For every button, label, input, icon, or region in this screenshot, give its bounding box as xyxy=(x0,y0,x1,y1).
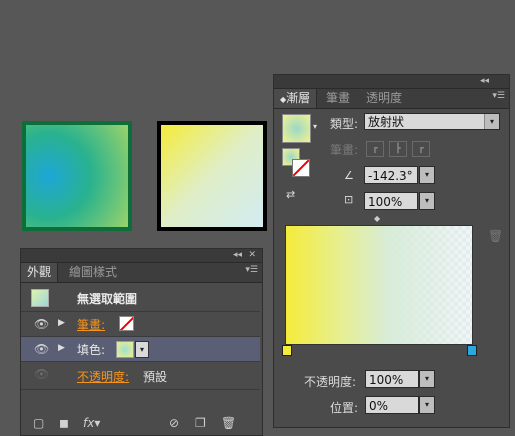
fill-swatch-icon[interactable] xyxy=(116,341,134,358)
color-stop-yellow[interactable] xyxy=(282,345,292,356)
angle-dropdown-arrow-icon[interactable]: ▾ xyxy=(419,166,435,184)
location-dropdown-arrow-icon[interactable]: ▾ xyxy=(419,396,435,414)
collapse-icon[interactable]: ◂◂ xyxy=(480,75,489,88)
selection-thumbnail-icon xyxy=(31,289,49,307)
midpoint-diamond-icon[interactable]: ◆ xyxy=(374,214,380,223)
stroke-none-swatch-icon[interactable] xyxy=(292,159,310,177)
gradient-ramp[interactable] xyxy=(285,225,473,345)
type-select[interactable]: 放射狀 ▾ xyxy=(364,113,500,130)
aspect-ratio-field[interactable]: 100% xyxy=(364,192,418,210)
fill-label[interactable]: 填色: xyxy=(77,341,105,358)
location-label: 位置: xyxy=(330,401,359,415)
panel-menu-icon[interactable]: ▾☰ xyxy=(492,91,505,101)
no-selection-title: 無選取範圍 xyxy=(77,292,138,306)
opacity-value: 預設 xyxy=(143,370,168,384)
duplicate-item-icon[interactable]: ❐ xyxy=(195,416,206,430)
angle-icon: ∠ xyxy=(344,169,354,182)
fx-effects-icon[interactable]: fx▾ xyxy=(83,416,100,430)
appearance-title-row: 無選取範圍 xyxy=(21,284,260,312)
tab-transparency[interactable]: 透明度 xyxy=(360,89,408,108)
stroke-none-swatch-icon[interactable] xyxy=(119,316,134,331)
fill-dropdown-arrow-icon[interactable]: ▾ xyxy=(135,341,149,358)
tab-gradient[interactable]: ◆漸層 xyxy=(274,89,318,108)
close-icon[interactable]: ✕ xyxy=(248,249,256,262)
visibility-eye-icon[interactable]: 👁 xyxy=(34,317,49,331)
aspect-ratio-icon: ⊡ xyxy=(344,193,354,206)
panel-menu-icon[interactable]: ▾☰ xyxy=(245,265,258,275)
opacity-row[interactable]: 👁 不透明度: 預設 xyxy=(21,362,260,390)
visibility-eye-icon[interactable]: 👁 xyxy=(34,367,49,381)
stroke-label[interactable]: 筆畫: xyxy=(77,316,105,333)
stroke-row[interactable]: 👁 ▶ 筆畫: xyxy=(21,312,260,337)
gradient-panel: ◂◂ ◆漸層 筆畫 透明度 ▾☰ ▾ 類型: 放射狀 ▾ 筆畫: ┏ ┣ ┏ ∠ … xyxy=(273,74,510,428)
aspect-dropdown-arrow-icon[interactable]: ▾ xyxy=(419,192,435,210)
stroke-within-icon[interactable]: ┏ xyxy=(366,141,384,157)
clear-appearance-icon[interactable]: ⊘ xyxy=(169,416,179,430)
linear-gradient-square[interactable] xyxy=(157,121,267,231)
add-stroke-icon[interactable]: ▢ xyxy=(33,416,44,430)
panel-titlebar[interactable]: ◂◂ ✕ xyxy=(21,249,262,263)
trash-icon[interactable]: 🗑 xyxy=(488,229,503,243)
expand-triangle-icon[interactable]: ▶ xyxy=(58,343,65,353)
appearance-toolbar: ▢ ◼ fx▾ ⊘ ❐ 🗑 xyxy=(21,411,260,435)
angle-field[interactable]: -142.3° xyxy=(364,166,418,184)
type-label: 類型: xyxy=(330,117,359,131)
opacity-dropdown-arrow-icon[interactable]: ▾ xyxy=(419,370,435,388)
opacity-label: 不透明度: xyxy=(304,375,357,389)
opacity-label[interactable]: 不透明度: xyxy=(77,368,129,385)
appearance-panel: ◂◂ ✕ 外觀 繪圖樣式 ▾☰ 無選取範圍 👁 ▶ 筆畫: 👁 ▶ 填色: ▾ … xyxy=(20,248,263,436)
tab-appearance[interactable]: 外觀 xyxy=(21,263,59,282)
stroke-label: 筆畫: xyxy=(330,143,359,157)
visibility-eye-icon[interactable]: 👁 xyxy=(34,342,49,356)
tab-stroke[interactable]: 筆畫 xyxy=(320,89,356,108)
location-field[interactable]: 0% xyxy=(365,396,419,414)
stroke-across-icon[interactable]: ┏ xyxy=(412,141,430,157)
add-fill-icon[interactable]: ◼ xyxy=(59,416,69,430)
stroke-along-icon[interactable]: ┣ xyxy=(389,141,407,157)
opacity-field[interactable]: 100% xyxy=(365,370,419,388)
tab-graphic-styles[interactable]: 繪圖樣式 xyxy=(63,263,123,282)
reverse-gradient-icon[interactable]: ⇄ xyxy=(286,188,295,201)
collapse-icon[interactable]: ◂◂ xyxy=(233,249,242,262)
trash-icon[interactable]: 🗑 xyxy=(221,416,236,430)
color-stop-blue[interactable] xyxy=(467,345,477,356)
expand-triangle-icon[interactable]: ▶ xyxy=(58,318,65,328)
panel-titlebar[interactable]: ◂◂ xyxy=(274,75,509,89)
radial-gradient-square[interactable] xyxy=(22,121,132,231)
gradient-preset-dropdown-icon[interactable]: ▾ xyxy=(313,122,317,131)
fill-row[interactable]: 👁 ▶ 填色: ▾ xyxy=(21,337,260,362)
gradient-preview-swatch-icon[interactable] xyxy=(282,114,311,143)
